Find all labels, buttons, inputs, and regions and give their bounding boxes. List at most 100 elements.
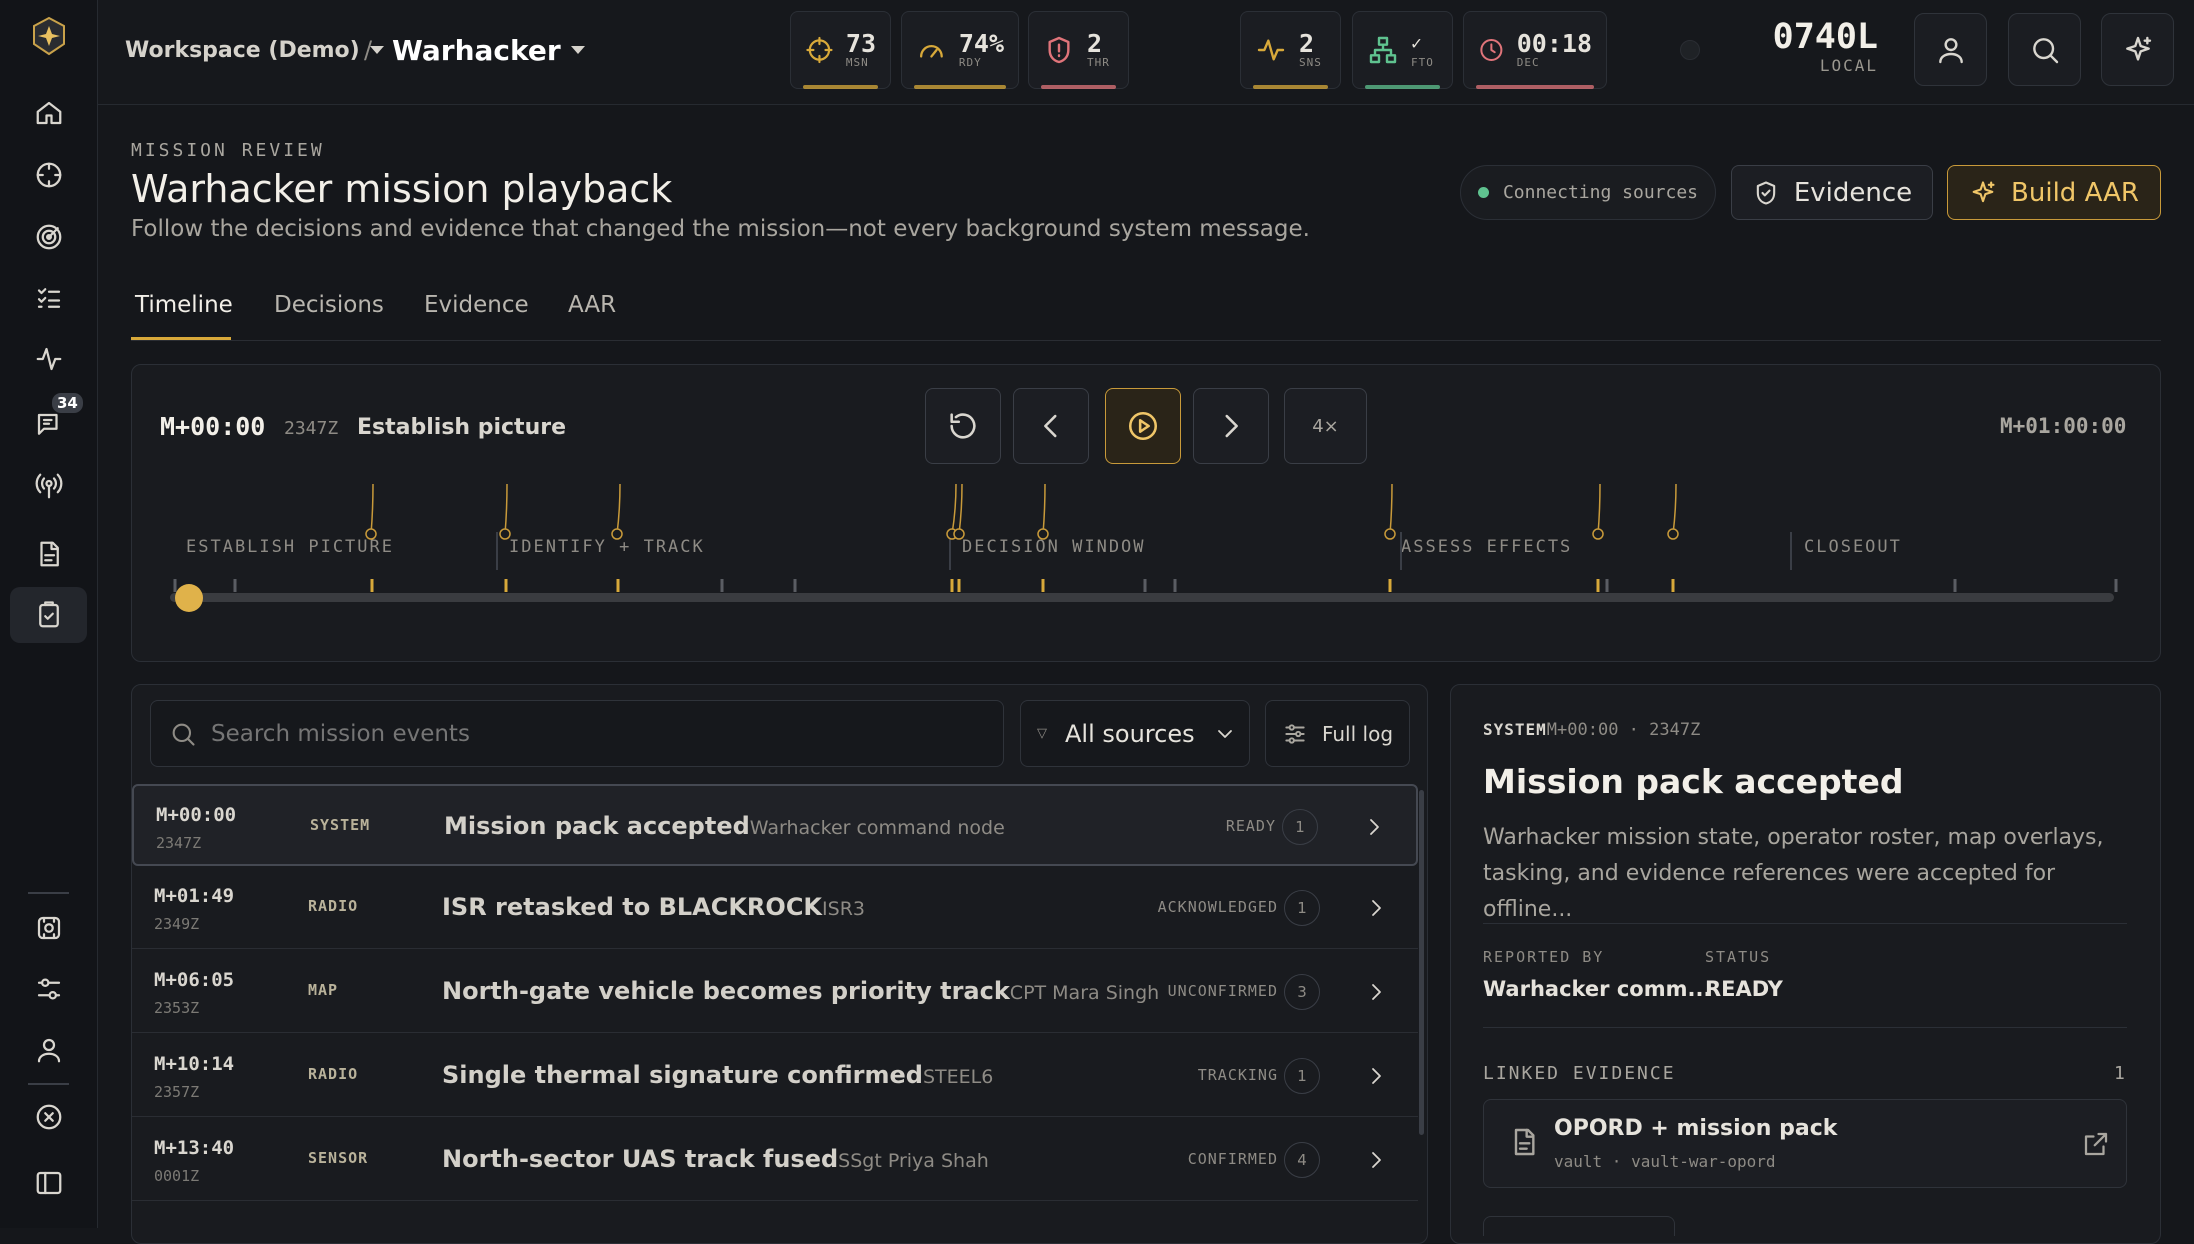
full-log-button[interactable]: Full log [1265,700,1410,767]
profile-button[interactable] [1914,13,1987,86]
speed-button[interactable]: 4× [1284,388,1367,464]
event-status: ACKNOWLEDGED [1157,898,1278,916]
search-box[interactable] [150,700,1004,767]
broadcast-icon[interactable] [10,458,87,514]
filter-icon: ▽ [1037,726,1047,741]
tab-evidence[interactable]: Evidence [424,292,529,318]
review-icon[interactable] [10,587,87,643]
workspace-selector[interactable]: Workspace (Demo) [125,0,384,100]
event-source: SYSTEM [310,816,371,834]
messages-icon[interactable]: 34 [10,393,87,453]
table-row[interactable]: M+10:14 2357Z RADIO Single thermal signa… [132,1035,1418,1117]
detail-meta: M+00:00 · 2347Z [1546,720,1701,740]
event-time: M+06:05 [154,969,235,991]
chevron-right-icon [1225,414,1238,438]
source-filter[interactable]: ▽ All sources [1020,700,1250,767]
clock-icon [1480,38,1503,62]
search-icon [2032,37,2058,63]
home-icon[interactable] [10,85,87,141]
cancel-icon[interactable] [10,1089,87,1145]
event-reporter: Warhacker command node [749,817,1005,839]
previous-button[interactable] [1013,388,1089,464]
external-link-icon[interactable] [2081,1129,2111,1159]
metric-value: 74% [958,28,1004,58]
event-reporter: CPT Mara Singh [1009,982,1160,1004]
pulse-icon [1257,39,1285,61]
evidence-label: Evidence [1793,177,1913,208]
event-title: Single thermal signature confirmed STEEL6 [442,1061,993,1089]
chevron-right-icon[interactable] [1364,896,1388,920]
chevron-right-icon[interactable] [1362,815,1386,839]
radar-icon[interactable] [10,209,87,265]
chevron-right-icon[interactable] [1364,980,1388,1004]
metric-value: ✓ [1411,32,1422,54]
timeline-scrubber[interactable] [160,470,2130,620]
event-zulu: 2349Z [154,915,200,933]
table-row[interactable]: M+13:40 0001Z SENSOR North-sector UAS tr… [132,1119,1418,1201]
checklist-icon[interactable] [10,270,87,326]
sliders-icon[interactable] [10,961,87,1017]
tabs-divider [131,340,2161,341]
shield-alert-icon [1048,36,1070,64]
reported-by-value: Warhacker comm... [1483,977,1712,1001]
detail-source: SYSTEM [1483,720,1547,739]
metric-value: 73 [845,28,876,58]
event-status: UNCONFIRMED [1167,982,1278,1000]
evidence-count: 4 [1284,1142,1320,1178]
assistant-button[interactable] [2101,13,2174,86]
event-status: CONFIRMED [1187,1150,1278,1168]
app-logo[interactable] [29,16,69,56]
tab-timeline[interactable]: Timeline [135,292,233,318]
build-aar-button[interactable]: Build AAR [1947,165,2161,220]
user-icon[interactable] [10,1022,87,1078]
scrubber-handle[interactable] [175,584,203,612]
evidence-button[interactable]: Evidence [1731,165,1933,220]
search-button[interactable] [2008,13,2081,86]
table-row[interactable]: M+06:05 2353Z MAP North-gate vehicle bec… [132,951,1418,1033]
build-aar-label: Build AAR [2011,177,2139,208]
search-input[interactable] [211,713,971,754]
evidence-card[interactable]: OPORD + mission pack vault · vault-war-o… [1483,1099,2127,1188]
page-eyebrow: MISSION REVIEW [131,140,325,161]
sparkle-icon [2125,36,2151,61]
workspace-name: Workspace (Demo) [125,37,360,63]
project-selector[interactable]: Warhacker [392,0,585,100]
metric-sns[interactable]: 2 SNS [1240,11,1341,89]
event-reporter: STEEL6 [922,1066,994,1088]
play-button[interactable] [1105,388,1181,464]
breadcrumb-separator: / [364,36,373,64]
play-icon [1128,411,1158,441]
metric-label: SNS [1299,55,1322,69]
source-filter-value: All sources [1065,719,1195,748]
metric-rdy[interactable]: 74% RDY [901,11,1019,89]
evidence-count: 3 [1284,974,1320,1010]
metric-fto[interactable]: ✓ FTO [1352,11,1453,89]
event-status: TRACKING [1197,1066,1278,1084]
playback-current-time: M+00:00 [160,412,266,441]
operations-icon[interactable] [10,900,87,956]
event-time: M+00:00 [156,804,237,826]
metric-bar [1365,85,1440,89]
tab-decisions[interactable]: Decisions [274,292,384,318]
chevron-right-icon[interactable] [1364,1148,1388,1172]
panel-toggle-icon[interactable] [10,1155,87,1211]
metric-dec[interactable]: 00:18 DEC [1463,11,1607,89]
rail-divider [28,1083,69,1085]
table-row[interactable]: M+01:49 2349Z RADIO ISR retasked to BLAC… [132,867,1418,949]
metric-thr[interactable]: 2 THR [1028,11,1129,89]
documents-icon[interactable] [10,526,87,582]
next-button[interactable] [1193,388,1269,464]
event-title: North-sector UAS track fused SSgt Priya S… [442,1145,989,1173]
metric-msn[interactable]: 73 MSN [790,11,891,89]
target-icon[interactable] [10,147,87,203]
tab-aar[interactable]: AAR [568,292,616,318]
metric-value: 2 [1087,28,1103,58]
events-scrollbar[interactable] [1419,790,1424,1135]
chevron-right-icon[interactable] [1364,1064,1388,1088]
table-row[interactable]: M+00:00 2347Z SYSTEM Mission pack accept… [132,784,1418,866]
search-icon [172,723,195,746]
restart-button[interactable] [925,388,1001,464]
event-title: North-gate vehicle becomes priority trac… [442,977,1159,1005]
event-zulu: 0001Z [154,1167,200,1185]
activity-icon[interactable] [10,331,87,387]
